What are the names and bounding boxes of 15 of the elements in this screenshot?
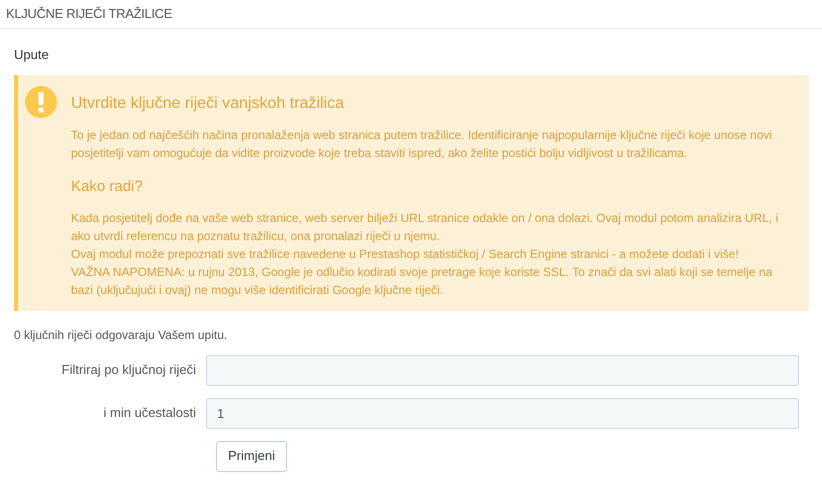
apply-button[interactable]: Primjeni <box>216 440 287 472</box>
alert-title: Utvrdite ključne riječi vanjskoh tražilica <box>71 94 345 114</box>
alert-paragraph: VAŽNA NAPOMENA: u rujnu 2013, Google je odlučio kodirati svoje pretrage koje koriste SSL. To znači da svi alati koji se temelje na bazi (uključujući i ovaj) ne mogu više identificirati Google ključne riječi. <box>71 264 774 298</box>
alert-intro: To je jedan od najčešćih načina pronalaženja web stranica putem tražilice. Identificiranje najpopularnije ključne riječi koje unose novi posjetitelji vam omogućuje da vidite proizvode koje treba staviti ispred, ako želite postići bolju vidljivost u tražilicama. <box>71 127 774 162</box>
alert-subtitle: Kako radi? <box>71 177 144 197</box>
section-title: Upute <box>14 47 49 62</box>
result-count: 0 ključnih riječi odgovaraju Vašem upitu. <box>14 328 228 342</box>
alert-paragraph: Ovaj modul može prepoznati sve tražilice navedene u Prestashop statističkoj / Search Engine stranici - a možete dodati i više! <box>71 246 740 262</box>
alert-paragraph: Kada posjetitelj dođe na vaše web stranice, web server bilježi URL stranice odakle on / ona dolazi. Ovaj modul potom analizira URL, i ako utvrdi referencu na poznatu tražilicu, ona pronalazi riječi u njemu. <box>71 210 780 244</box>
field-label: i min učestalosti <box>104 405 196 420</box>
input-field[interactable] <box>206 354 799 386</box>
input-field[interactable]: 1 <box>206 398 799 428</box>
warning-icon <box>24 85 58 119</box>
panel-title: KLJUČNE RIJEČI TRAŽILICE <box>6 5 172 24</box>
field-label: Filtriraj po ključnoj riječi <box>62 362 196 377</box>
